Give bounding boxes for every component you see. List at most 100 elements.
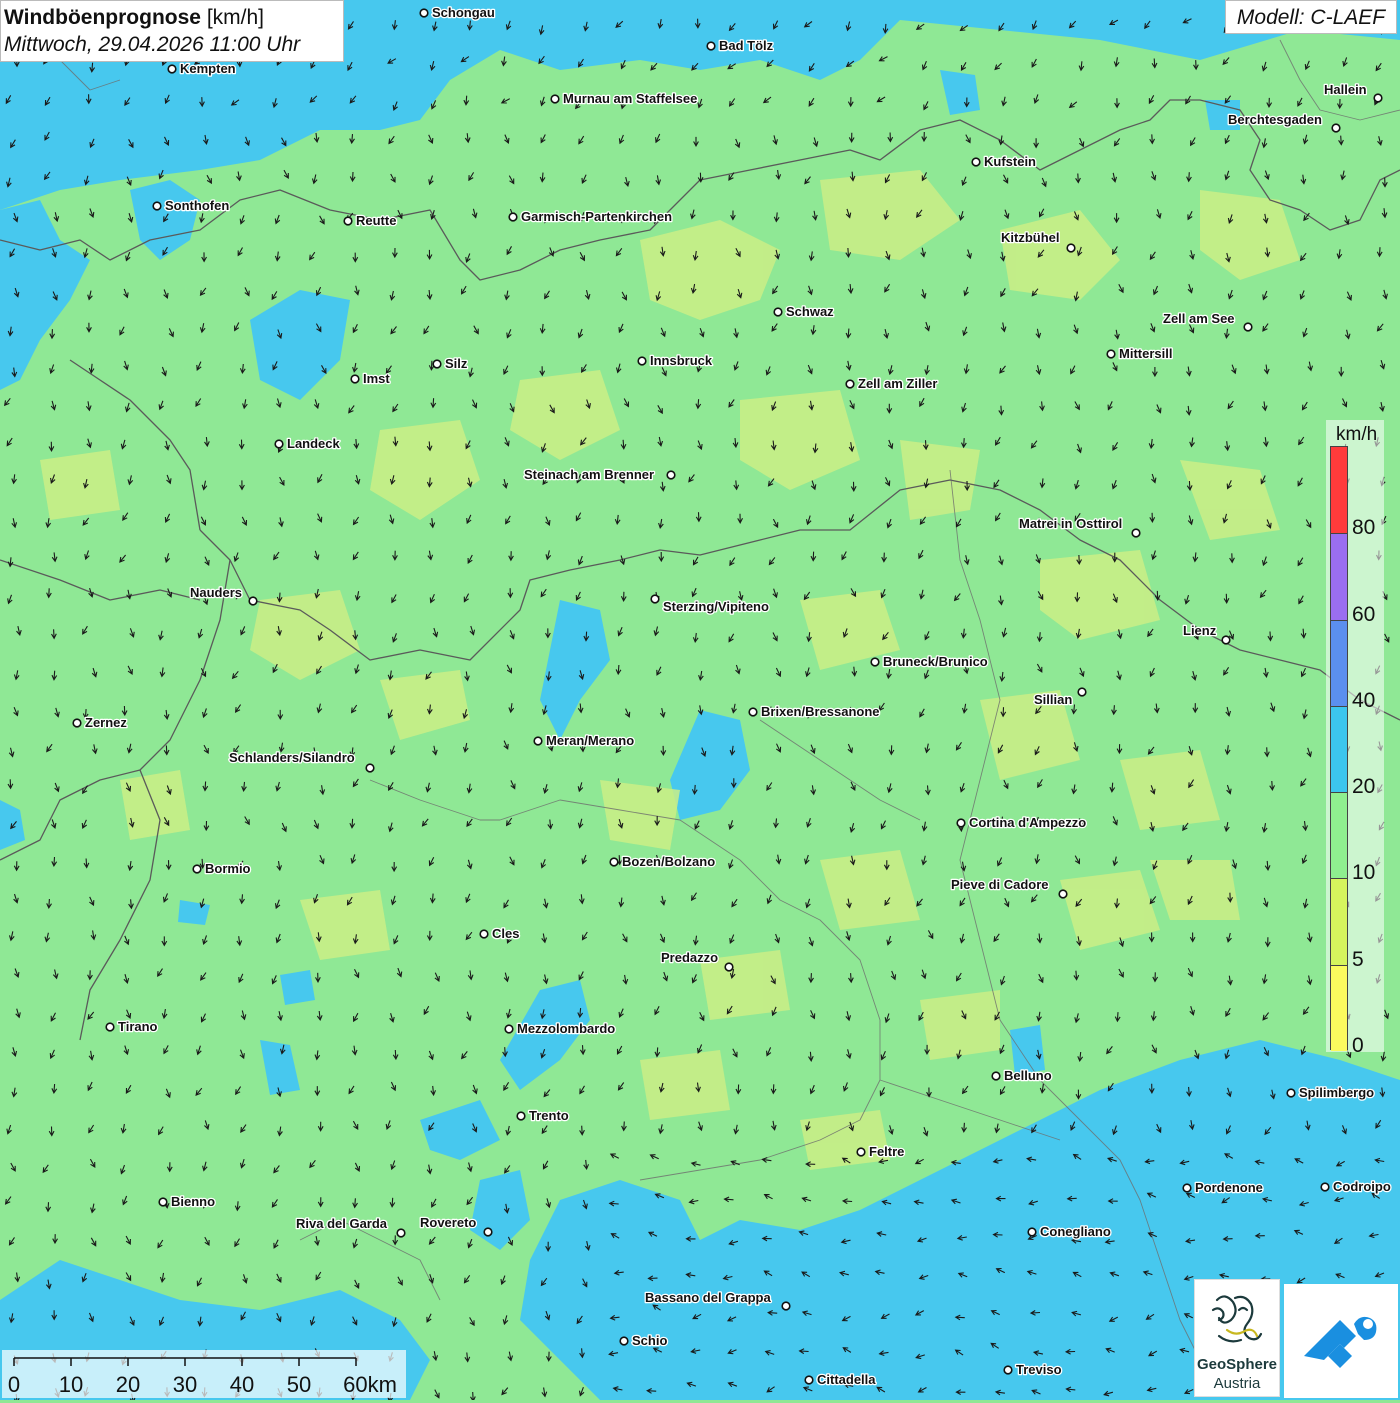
city-marker[interactable]: Garmisch-Partenkirchen xyxy=(508,208,673,225)
city-label: Bassano del Grappa xyxy=(645,1290,771,1305)
city-label: Silz xyxy=(445,356,468,371)
city-marker[interactable]: Pordenone xyxy=(1182,1179,1264,1196)
legend-color-bar xyxy=(1330,446,1348,1051)
city-label: Bad Tölz xyxy=(719,38,774,53)
city-dot xyxy=(804,1375,814,1385)
city-label: Schwaz xyxy=(786,304,834,319)
city-dot xyxy=(1058,889,1068,899)
city-marker[interactable]: Schongau xyxy=(419,4,496,21)
city-dot xyxy=(1182,1183,1192,1193)
city-marker[interactable]: Innsbruck xyxy=(637,352,714,369)
color-legend: km/h 80 60 40 20 10 5 0 xyxy=(1326,420,1384,1057)
city-label: Rovereto xyxy=(420,1215,476,1230)
city-dot xyxy=(724,962,734,972)
city-label: Tirano xyxy=(118,1019,158,1034)
city-marker[interactable]: Meran/Merano xyxy=(533,732,635,749)
city-marker[interactable]: Conegliano xyxy=(1027,1223,1112,1240)
city-dot xyxy=(533,736,543,746)
city-dot xyxy=(1003,1365,1013,1375)
city-marker[interactable]: Sonthofen xyxy=(152,197,231,214)
city-marker[interactable]: Cortina d'Ampezzo xyxy=(956,814,1088,831)
city-label: Bruneck/Brunico xyxy=(883,654,988,669)
map-unit: [km/h] xyxy=(206,6,264,29)
city-dot xyxy=(248,596,258,606)
city-marker[interactable]: Zell am Ziller xyxy=(845,375,939,392)
city-label: Lienz xyxy=(1183,623,1217,638)
legend-tick-label: 20 xyxy=(1352,775,1376,799)
city-dot xyxy=(971,157,981,167)
city-dot xyxy=(396,1228,406,1238)
city-dot xyxy=(650,594,660,604)
scale-label: 60km xyxy=(343,1372,397,1397)
city-dot xyxy=(1373,93,1383,103)
city-label: Kempten xyxy=(180,61,236,76)
city-dot xyxy=(350,374,360,384)
city-dot xyxy=(192,864,202,874)
city-dot xyxy=(1106,349,1116,359)
city-dot xyxy=(991,1071,1001,1081)
legend-color-step xyxy=(1331,705,1347,793)
city-dot xyxy=(516,1111,526,1121)
legend-tick-label: 80 xyxy=(1352,516,1376,540)
city-marker[interactable]: Mezzolombardo xyxy=(504,1020,617,1037)
legend-color-step xyxy=(1331,964,1347,1051)
city-label: Trento xyxy=(529,1108,569,1123)
map-title: Windböenprognose xyxy=(4,6,201,29)
city-label: Kufstein xyxy=(984,154,1036,169)
legend-tick-label: 5 xyxy=(1352,947,1364,971)
wind-gust-map[interactable]: Schongau Bad Tölz Kempten Hallein Murnau am … xyxy=(0,0,1400,1400)
city-dot xyxy=(706,41,716,51)
city-dot xyxy=(550,94,560,104)
city-label: Bienno xyxy=(171,1194,215,1209)
city-label: Meran/Merano xyxy=(546,733,634,748)
scale-label: 40 xyxy=(229,1372,255,1397)
city-marker[interactable]: Spilimbergo xyxy=(1286,1084,1375,1101)
city-dot xyxy=(1286,1088,1296,1098)
city-dot xyxy=(419,8,429,18)
city-dot xyxy=(158,1197,168,1207)
city-dot xyxy=(619,1336,629,1346)
city-dot xyxy=(609,857,619,867)
city-dot xyxy=(748,707,758,717)
city-dot xyxy=(1320,1182,1330,1192)
city-dot xyxy=(1066,243,1076,253)
city-label: Brixen/Bressanone xyxy=(761,704,880,719)
city-label: Zell am See xyxy=(1163,311,1235,326)
city-label: Berchtesgaden xyxy=(1228,112,1322,127)
legend-color-step xyxy=(1331,878,1347,965)
scale-label: 20 xyxy=(115,1372,141,1397)
city-marker[interactable]: Bruneck/Brunico xyxy=(870,653,989,670)
city-marker[interactable]: Bozen/Bolzano xyxy=(609,853,717,870)
city-dot xyxy=(167,64,177,74)
scale-label: 0 xyxy=(7,1372,21,1397)
city-marker[interactable]: Sterzing/Vipiteno xyxy=(650,594,770,615)
city-dot xyxy=(343,216,353,226)
city-label: Codroipo xyxy=(1333,1179,1391,1194)
city-label: Belluno xyxy=(1004,1068,1052,1083)
legend-unit: km/h xyxy=(1336,424,1378,445)
scale-bar: 0 10 20 30 40 50 60km xyxy=(2,1350,406,1398)
city-dot xyxy=(845,379,855,389)
city-label: Matrei in Osttirol xyxy=(1019,516,1122,531)
geosphere-logo[interactable]: GeoSphere Austria xyxy=(1194,1279,1280,1397)
city-marker[interactable]: Steinach am Brenner xyxy=(523,466,676,483)
city-label: Cles xyxy=(492,926,519,941)
city-dot xyxy=(483,1227,493,1237)
city-dot xyxy=(72,718,82,728)
city-dot xyxy=(956,818,966,828)
city-dot xyxy=(479,929,489,939)
city-label: Schio xyxy=(632,1333,667,1348)
city-dot xyxy=(1331,123,1341,133)
city-label: Pordenone xyxy=(1195,1180,1263,1195)
city-label: Imst xyxy=(363,371,390,386)
city-label: Cortina d'Ampezzo xyxy=(969,815,1086,830)
city-label: Steinach am Brenner xyxy=(524,467,654,482)
city-label: Zernez xyxy=(85,715,127,730)
city-marker[interactable]: Murnau am Staffelsee xyxy=(550,90,699,107)
city-dot xyxy=(870,657,880,667)
city-label: Pieve di Cadore xyxy=(951,877,1049,892)
city-marker[interactable]: Brixen/Bressanone xyxy=(748,703,881,720)
app-logo[interactable] xyxy=(1284,1284,1398,1398)
city-label: Treviso xyxy=(1016,1362,1062,1377)
city-dot xyxy=(781,1301,791,1311)
